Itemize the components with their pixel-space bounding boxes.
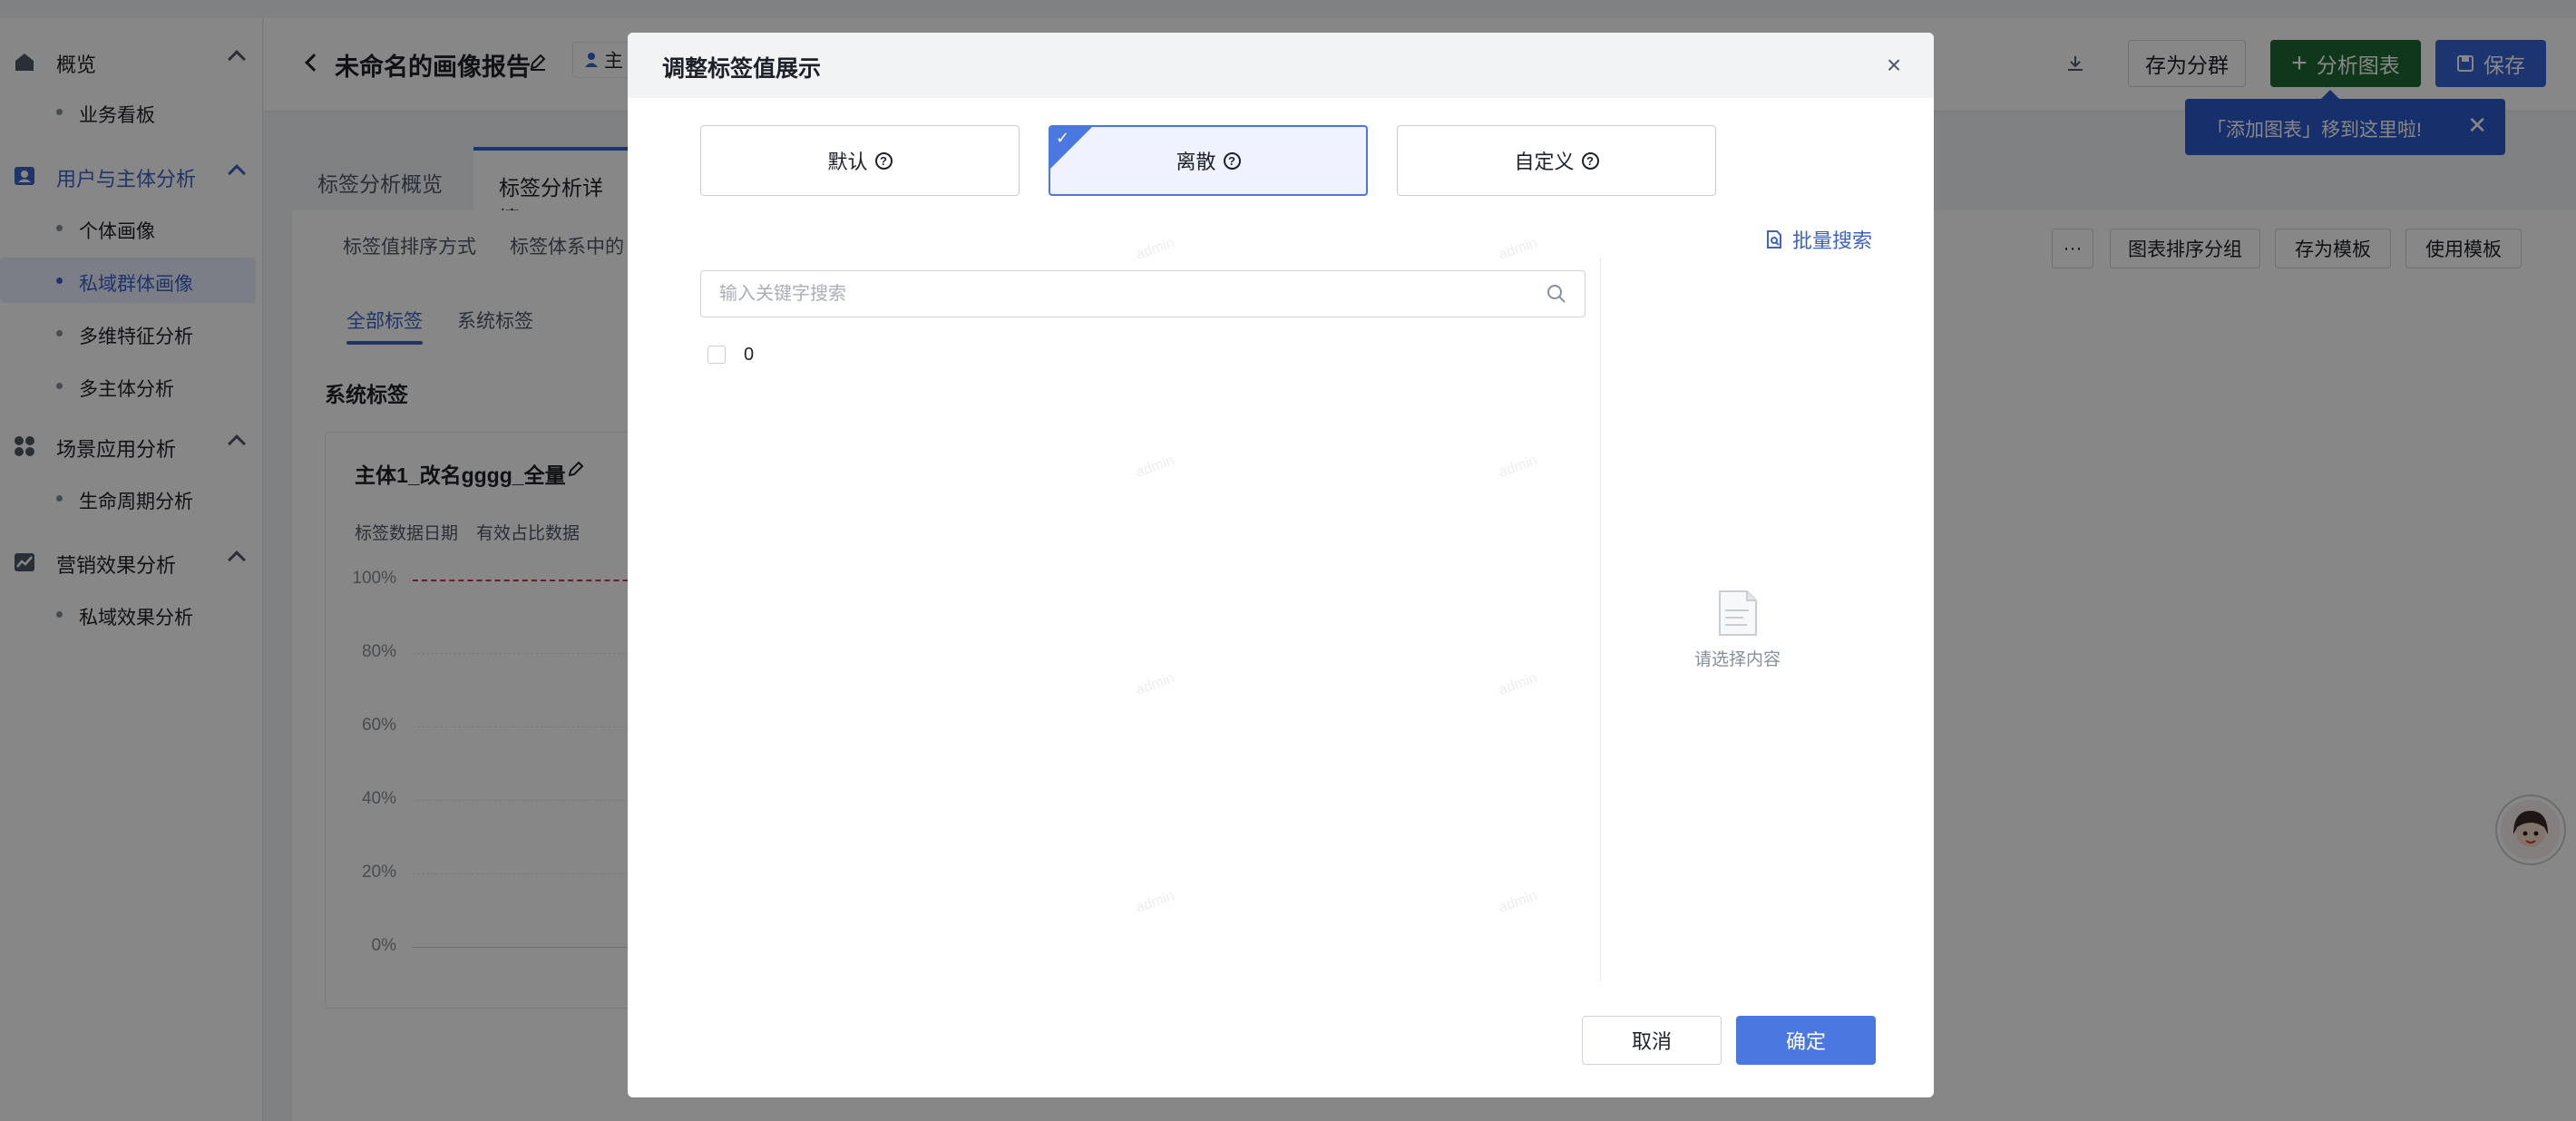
watermark: admin <box>1497 235 1540 263</box>
search-input[interactable] <box>719 280 1536 307</box>
help-icon[interactable]: ? <box>874 151 893 170</box>
watermark: admin <box>1497 670 1540 698</box>
mode-discrete[interactable]: ✓ 离散 ? <box>1049 125 1368 196</box>
empty-document-icon <box>1719 590 1757 636</box>
cancel-button[interactable]: 取消 <box>1582 1016 1722 1065</box>
help-icon[interactable]: ? <box>1581 151 1599 170</box>
mode-label: 默认 <box>827 151 868 173</box>
option-item[interactable]: 0 <box>707 341 754 368</box>
search-field[interactable] <box>700 270 1586 317</box>
watermark: admin <box>1134 888 1177 916</box>
search-icon[interactable] <box>1547 284 1566 304</box>
help-icon[interactable]: ? <box>1223 151 1241 170</box>
divider <box>1600 258 1601 981</box>
checkbox[interactable] <box>707 346 726 364</box>
mode-custom[interactable]: 自定义 ? <box>1397 125 1716 196</box>
dialog-title: 调整标签值展示 <box>662 56 822 82</box>
watermark: admin <box>1497 888 1540 916</box>
mode-default[interactable]: 默认 ? <box>700 125 1020 196</box>
adjust-tag-value-dialog: 调整标签值展示 × 默认 ? ✓ 离散 ? 自定义 ? 批量搜索 0 请选择内容… <box>628 33 1934 1097</box>
watermark: admin <box>1134 235 1177 263</box>
dialog-header: 调整标签值展示 × <box>628 33 1934 98</box>
check-icon: ✓ <box>1056 129 1070 147</box>
watermark: admin <box>1134 453 1177 481</box>
watermark: admin <box>1497 453 1540 481</box>
batch-search-label: 批量搜索 <box>1792 229 1873 252</box>
document-search-icon <box>1767 230 1781 249</box>
mode-label: 离散 <box>1176 151 1216 173</box>
mode-label: 自定义 <box>1514 151 1575 173</box>
confirm-button[interactable]: 确定 <box>1736 1016 1876 1065</box>
close-icon[interactable]: × <box>1881 53 1907 78</box>
batch-search-link[interactable]: 批量搜索 <box>1765 225 1872 254</box>
option-label: 0 <box>744 344 755 365</box>
empty-state-text: 请选择内容 <box>1694 650 1781 669</box>
watermark: admin <box>1134 670 1177 698</box>
